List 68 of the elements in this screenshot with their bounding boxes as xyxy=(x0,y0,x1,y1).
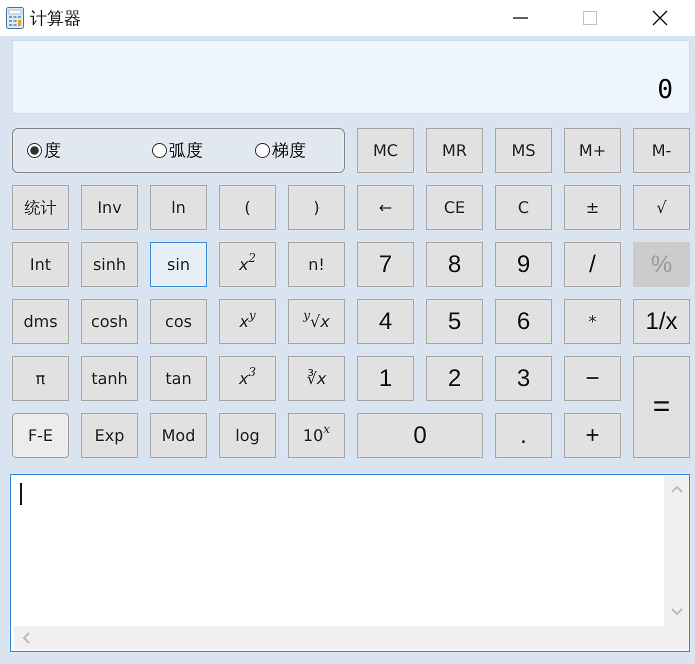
calculator-key[interactable]: x$^{3}$ xyxy=(219,356,276,401)
calculator-key[interactable]: 5 xyxy=(426,299,483,344)
calculator-key[interactable]: 3 xyxy=(495,356,552,401)
calculator-key[interactable]: sin xyxy=(150,242,207,287)
calculator-key[interactable]: Mod xyxy=(150,413,207,458)
radio-option[interactable]: 梯度 xyxy=(255,139,344,162)
calculator-key[interactable]: cos xyxy=(150,299,207,344)
calculator-key[interactable]: CE xyxy=(426,185,483,230)
calculator-key[interactable]: ( xyxy=(219,185,276,230)
calculator-key[interactable]: . xyxy=(495,413,552,458)
calculator-key[interactable]: ← xyxy=(357,185,414,230)
calculator-key[interactable]: 1/x xyxy=(633,299,690,344)
calculator-key[interactable]: + xyxy=(564,413,621,458)
scroll-down-icon[interactable] xyxy=(670,608,682,616)
close-icon xyxy=(652,10,668,26)
calculator-key[interactable]: * xyxy=(564,299,621,344)
memory-key[interactable]: M+ xyxy=(564,128,621,173)
radio-option[interactable]: 度 xyxy=(27,139,152,162)
calculator-key[interactable]: log xyxy=(219,413,276,458)
calculator-key[interactable]: √ xyxy=(633,185,690,230)
calculator-key[interactable]: C xyxy=(495,185,552,230)
calculator-key[interactable]: 2 xyxy=(426,356,483,401)
calculator-key[interactable]: / xyxy=(564,242,621,287)
calculator-key[interactable]: ln xyxy=(150,185,207,230)
calculator-key[interactable]: F-E xyxy=(12,413,69,458)
calculator-key[interactable]: 4 xyxy=(357,299,414,344)
calculator-key[interactable]: n! xyxy=(288,242,345,287)
calculator-key[interactable]: sinh xyxy=(81,242,138,287)
radio-option[interactable]: 弧度 xyxy=(152,139,255,162)
minimize-icon xyxy=(512,17,528,19)
calculator-key[interactable]: 7 xyxy=(357,242,414,287)
scroll-left-icon[interactable] xyxy=(22,632,30,644)
history-field[interactable] xyxy=(10,474,690,652)
calculator-key[interactable]: tanh xyxy=(81,356,138,401)
calculator-key[interactable]: 1 xyxy=(357,356,414,401)
calculator-key[interactable]: − xyxy=(564,356,621,401)
memory-key[interactable]: MC xyxy=(357,128,414,173)
text-cursor xyxy=(20,483,22,505)
scroll-up-icon[interactable] xyxy=(670,485,682,493)
calculator-key[interactable]: 10$^{x}$ xyxy=(288,413,345,458)
calculator-key[interactable]: 9 xyxy=(495,242,552,287)
calculator-key[interactable]: dms xyxy=(12,299,69,344)
calculator-key[interactable]: = xyxy=(633,356,690,458)
calculator-key[interactable]: 0 xyxy=(357,413,483,458)
calculator-key[interactable]: 6 xyxy=(495,299,552,344)
calculator-key[interactable]: Inv xyxy=(81,185,138,230)
calculator-key[interactable]: x$^{y}$ xyxy=(219,299,276,344)
vertical-scrollbar[interactable] xyxy=(664,475,689,626)
calculator-key[interactable]: Int xyxy=(12,242,69,287)
calculator-key[interactable]: ± xyxy=(564,185,621,230)
calculator-key[interactable]: x$^{2}$ xyxy=(219,242,276,287)
memory-key[interactable]: MR xyxy=(426,128,483,173)
calculator-key[interactable]: π xyxy=(12,356,69,401)
maximize-icon xyxy=(582,10,598,26)
calculator-key[interactable]: tan xyxy=(150,356,207,401)
calculator-key[interactable]: $^{y}$√x xyxy=(288,299,345,344)
calculator-key[interactable]: Exp xyxy=(81,413,138,458)
window-title: 计算器 xyxy=(30,8,81,30)
calculator-key[interactable]: 统计 xyxy=(12,185,69,230)
calculator-key[interactable]: ) xyxy=(288,185,345,230)
calculator-key[interactable]: cosh xyxy=(81,299,138,344)
calculator-key[interactable]: 8 xyxy=(426,242,483,287)
calculator-key[interactable]: ∛x xyxy=(288,356,345,401)
display-value: 0 xyxy=(657,75,673,105)
memory-key[interactable]: M- xyxy=(633,128,690,173)
horizontal-scrollbar[interactable] xyxy=(14,626,689,650)
memory-key[interactable]: MS xyxy=(495,128,552,173)
calculator-icon xyxy=(6,7,24,29)
